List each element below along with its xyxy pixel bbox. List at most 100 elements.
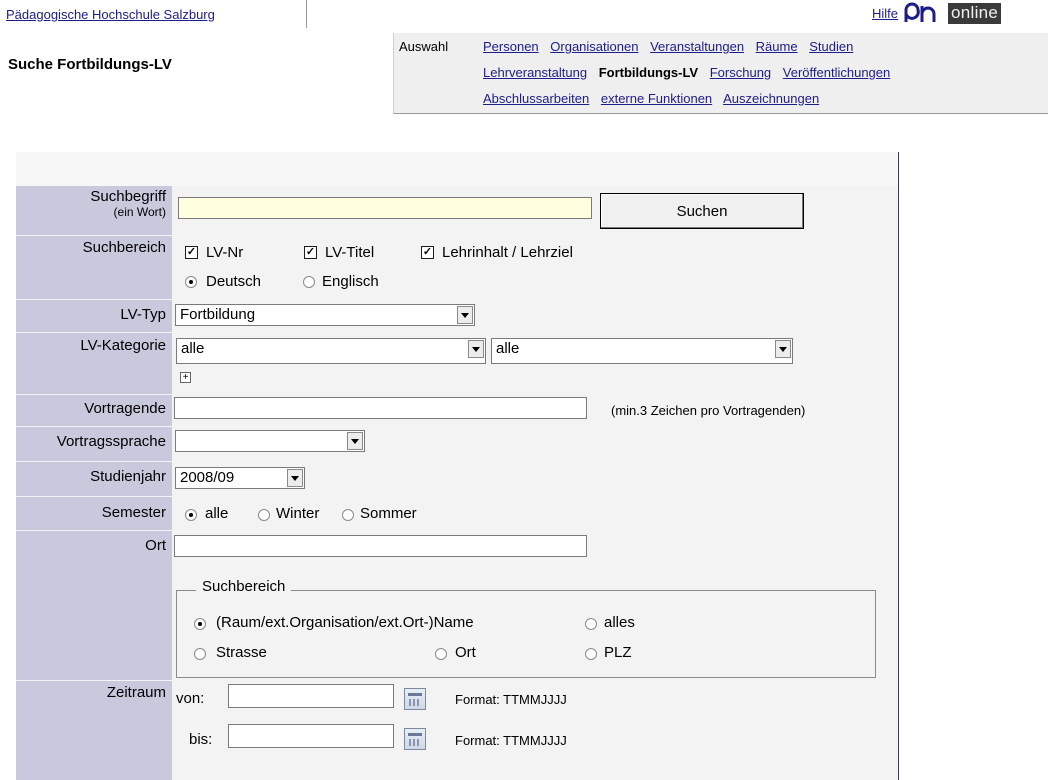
ort-alles-label: alles xyxy=(604,614,635,631)
zeitraum-bis-format: Format: TTMMJJJJ xyxy=(455,733,567,748)
ort-suchbereich-fieldset xyxy=(176,590,876,678)
row-separator xyxy=(16,530,172,531)
suchbegriff-label: Suchbegriff (ein Wort) xyxy=(16,188,172,219)
nav-raeume[interactable]: Räume xyxy=(756,39,798,54)
deutsch-radio[interactable] xyxy=(185,276,197,288)
row-separator xyxy=(16,332,172,333)
vortragende-label: Vortragende xyxy=(84,400,166,417)
ort-strasse-radio[interactable] xyxy=(194,648,206,660)
expand-plus-icon[interactable]: + xyxy=(180,372,191,383)
org-home-link[interactable]: Pädagogische Hochschule Salzburg xyxy=(6,7,215,22)
nav-auszeichnungen[interactable]: Auszeichnungen xyxy=(723,91,819,106)
ph-logo-icon xyxy=(904,2,936,22)
row-separator xyxy=(16,426,172,427)
zeitraum-bis-label: bis: xyxy=(189,731,213,748)
lehrinhalt-checkbox-label: Lehrinhalt / Lehrziel xyxy=(442,244,573,261)
nav-externe-funktionen[interactable]: externe Funktionen xyxy=(601,91,712,106)
help-link[interactable]: Hilfe xyxy=(872,6,898,21)
page-title: Suche Fortbildungs-LV xyxy=(8,56,172,73)
ort-suchbereich-legend: Suchbereich xyxy=(196,578,292,595)
lvkategorie-label: LV-Kategorie xyxy=(80,337,166,354)
row-separator xyxy=(16,235,172,236)
lvtitel-checkbox[interactable]: ✓ xyxy=(304,246,317,259)
row-separator xyxy=(16,299,172,300)
studienjahr-select[interactable]: 2008/09 xyxy=(175,467,305,489)
lvnr-checkbox[interactable]: ✓ xyxy=(185,246,198,259)
chevron-down-icon[interactable] xyxy=(287,469,303,487)
row-separator xyxy=(16,394,172,395)
nav-label: Auswahl xyxy=(399,39,449,54)
ph-online-logo[interactable]: online xyxy=(902,2,1002,24)
ort-plz-radio[interactable] xyxy=(585,648,597,660)
nav-forschung[interactable]: Forschung xyxy=(710,65,771,80)
divider xyxy=(306,0,307,28)
calendar-icon[interactable] xyxy=(404,688,426,710)
ort-name-radio[interactable] xyxy=(194,618,206,630)
nav-studien[interactable]: Studien xyxy=(809,39,853,54)
lvkategorie-select-2-value: alle xyxy=(496,340,520,357)
panel-top-strip xyxy=(16,152,898,186)
nav-organisationen[interactable]: Organisationen xyxy=(550,39,638,54)
nav-veroeffentlichungen[interactable]: Veröffentlichungen xyxy=(783,65,890,80)
logo-online-text: online xyxy=(948,2,1002,24)
chevron-down-icon[interactable] xyxy=(457,306,473,324)
chevron-down-icon[interactable] xyxy=(347,432,363,450)
zeitraum-label: Zeitraum xyxy=(106,684,166,701)
studienjahr-label: Studienjahr xyxy=(90,468,166,485)
nav-row-1: Personen Organisationen Veranstaltungen … xyxy=(483,39,861,54)
nav-row-2: Lehrveranstaltung Fortbildungs-LV Forsch… xyxy=(483,65,898,80)
lvkategorie-select-1[interactable]: alle xyxy=(176,338,486,364)
lvtyp-select[interactable]: Fortbildung xyxy=(175,304,475,326)
ort-name-label: (Raum/ext.Organisation/ext.Ort-)Name xyxy=(216,614,474,631)
row-separator xyxy=(16,461,172,462)
lvnr-checkbox-label: LV-Nr xyxy=(206,244,244,261)
search-button[interactable]: Suchen xyxy=(600,193,804,229)
nav-abschlussarbeiten[interactable]: Abschlussarbeiten xyxy=(483,91,589,106)
calendar-icon[interactable] xyxy=(404,728,426,750)
vortragende-hint: (min.3 Zeichen pro Vortragenden) xyxy=(611,403,806,418)
semester-winter-label: Winter xyxy=(276,505,320,522)
lvtyp-label: LV-Typ xyxy=(120,306,166,323)
zeitraum-von-input[interactable] xyxy=(228,684,394,708)
vortragssprache-label: Vortragssprache xyxy=(56,433,166,450)
row-separator xyxy=(16,496,172,497)
suchbegriff-input[interactable] xyxy=(178,197,592,219)
lehrinhalt-checkbox[interactable]: ✓ xyxy=(421,246,434,259)
ort-ort-label: Ort xyxy=(455,644,476,661)
row-separator xyxy=(16,680,172,681)
nav-row-3: Abschlussarbeiten externe Funktionen Aus… xyxy=(483,91,827,106)
semester-sommer-label: Sommer xyxy=(360,505,417,522)
chevron-down-icon[interactable] xyxy=(468,340,484,358)
vortragende-input[interactable] xyxy=(174,397,587,419)
vortragssprache-select[interactable] xyxy=(175,430,365,452)
nav-veranstaltungen[interactable]: Veranstaltungen xyxy=(650,39,744,54)
semester-alle-radio[interactable] xyxy=(185,509,197,521)
lvtitel-checkbox-label: LV-Titel xyxy=(325,244,375,261)
semester-sommer-radio[interactable] xyxy=(342,509,354,521)
nav-fortbildungs-lv: Fortbildungs-LV xyxy=(598,65,699,80)
ort-plz-label: PLZ xyxy=(604,644,632,661)
ort-label: Ort xyxy=(145,537,166,554)
zeitraum-von-format: Format: TTMMJJJJ xyxy=(455,692,567,707)
semester-winter-radio[interactable] xyxy=(258,509,270,521)
nav-personen[interactable]: Personen xyxy=(483,39,539,54)
lvtyp-select-value: Fortbildung xyxy=(180,306,256,323)
suchbereich-label: Suchbereich xyxy=(82,239,166,256)
zeitraum-bis-input[interactable] xyxy=(228,724,394,748)
semester-label: Semester xyxy=(101,504,166,521)
studienjahr-select-value: 2008/09 xyxy=(180,469,235,486)
englisch-radio-label: Englisch xyxy=(322,273,379,290)
ort-ort-radio[interactable] xyxy=(435,648,447,660)
lvkategorie-select-1-value: alle xyxy=(181,340,205,357)
ort-alles-radio[interactable] xyxy=(585,618,597,630)
lvkategorie-select-2[interactable]: alle xyxy=(491,338,793,364)
suchbegriff-sublabel: (ein Wort) xyxy=(113,205,166,219)
nav-lehrveranstaltung[interactable]: Lehrveranstaltung xyxy=(483,65,587,80)
semester-alle-label: alle xyxy=(205,505,229,522)
ort-strasse-label: Strasse xyxy=(216,644,267,661)
deutsch-radio-label: Deutsch xyxy=(206,273,262,290)
chevron-down-icon[interactable] xyxy=(775,340,791,358)
zeitraum-von-label: von: xyxy=(176,690,205,707)
englisch-radio[interactable] xyxy=(303,276,315,288)
ort-input[interactable] xyxy=(174,535,587,557)
